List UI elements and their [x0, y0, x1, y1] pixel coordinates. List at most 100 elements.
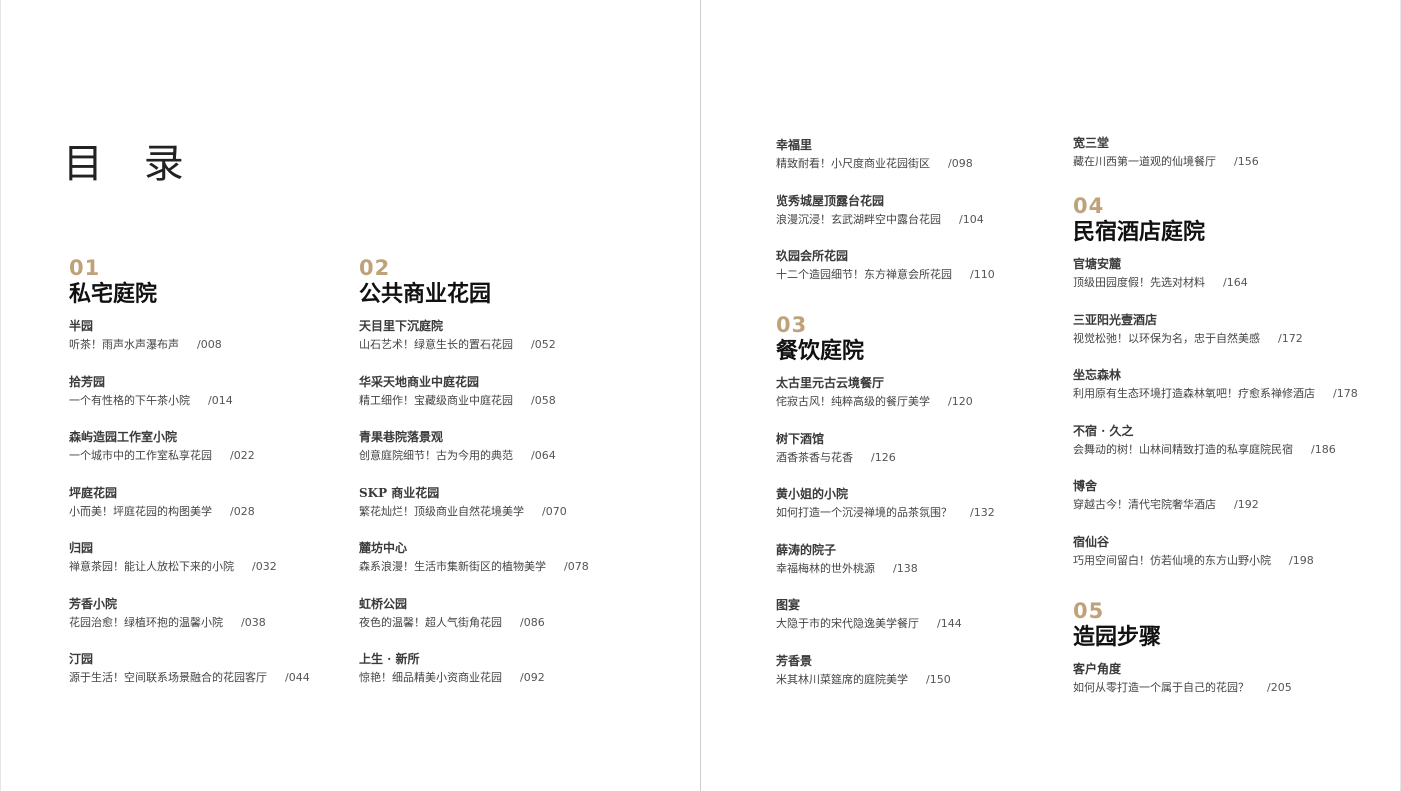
toc-entry[interactable]: 太古里元古云境餐厅侘寂古风！纯粹高级的餐厅美学/120	[776, 374, 1066, 412]
section-number: 01	[69, 256, 101, 280]
entry-description: 视觉松弛！以环保为名，忠于自然美感	[1073, 331, 1260, 345]
entry-description: 禅意茶园！能让人放松下来的小院	[69, 560, 234, 573]
entry-line: 一个城市中的工作室私享花园/022	[69, 446, 359, 466]
entry-description: 小而美！坪庭花园的构图美学	[69, 504, 212, 518]
toc-entry[interactable]: 芳香小院花园治愈！绿植环抱的温馨小院/038	[69, 595, 359, 633]
entry-line: 巧用空间留白！仿若仙境的东方山野小院/198	[1073, 551, 1363, 571]
toc-entry[interactable]: 华采天地商业中庭花园 精工细作！宝藏级商业中庭花园/058	[359, 373, 649, 411]
entry-description: 森系浪漫！生活市集新街区的植物美学	[359, 560, 546, 573]
toc-entry[interactable]: 半园听茶！雨声水声瀑布声/008	[69, 317, 359, 355]
toc-entry[interactable]: 官塘安麓 顶级田园度假！先选对材料/164	[1073, 255, 1363, 293]
entry-description: 藏在川西第一道观的仙境餐厅	[1073, 155, 1216, 168]
entry-title: 拾芳园	[69, 374, 106, 389]
toc-entry[interactable]: 坐忘森林 利用原有生态环境打造森林氧吧！疗愈系禅修酒店/178	[1073, 366, 1363, 404]
section-01: 01 私宅庭院 半园 听茶！雨声水声瀑布声/008 拾芳园 一个有性格的下午茶小院/0…	[69, 257, 359, 706]
toc-entry[interactable]: 森屿造园工作室小院 一个城市中的工作室私享花园/022	[69, 428, 359, 466]
entry-page-number: /138	[893, 561, 918, 575]
toc-entry[interactable]: 汀园 源于生活！空间联系场景融合的花园客厅/044	[69, 650, 359, 688]
toc-entry[interactable]: 麓坊中心 森系浪漫！生活市集新街区的植物美学/078	[359, 539, 649, 577]
entry-title: 上生 · 新所	[359, 652, 420, 666]
entry-title: 树下酒馆	[776, 431, 825, 446]
entry-page-number: /205	[1267, 681, 1292, 694]
entry-page-number: /092	[520, 671, 545, 684]
toc-entry[interactable]: 虹桥公园 夜色的温馨！超人气街角花园/086	[359, 595, 649, 633]
entry-description: 会舞动的树！山林间精致打造的私享庭院民宿	[1073, 442, 1293, 456]
entry-description: 惊艳！细品精美小资商业花园	[359, 671, 502, 684]
entry-page-number: /032	[252, 560, 277, 573]
toc-entry[interactable]: 归园 禅意茶园！能让人放松下来的小院/032	[69, 539, 359, 577]
entry-title: 坐忘森林	[1073, 368, 1122, 382]
entry-line: 禅意茶园！能让人放松下来的小院/032	[69, 557, 359, 577]
entry-title: 华采天地商业中庭花园	[359, 374, 480, 389]
entry-page-number: /022	[230, 449, 255, 462]
entry-line: 源于生活！空间联系场景融合的花园客厅/044	[69, 668, 359, 688]
entry-title: 太古里元古云境餐厅	[776, 376, 885, 390]
entry-line: 大隐于市的宋代隐逸美学餐厅/144	[776, 614, 1066, 634]
entry-page-number: /172	[1278, 331, 1303, 345]
entry-description: 穿越古今！清代宅院奢华酒店	[1073, 498, 1216, 511]
entry-page-number: /178	[1333, 387, 1358, 400]
toc-entry[interactable]: 三亚阳光壹酒店 视觉松弛！以环保为名，忠于自然美感/172	[1073, 311, 1363, 349]
entry-description: 酒香茶香与花香	[776, 450, 853, 464]
entry-line: 繁花灿烂！顶级商业自然花境美学/070	[359, 502, 649, 522]
toc-entry[interactable]: 图宴 大隐于市的宋代隐逸美学餐厅/144	[776, 596, 1066, 634]
entry-description: 听茶！雨声水声瀑布声	[69, 338, 179, 351]
entry-page-number: /052	[531, 338, 556, 351]
entry-description: 幸福梅林的世外桃源	[776, 561, 875, 575]
toc-entry[interactable]: 芳香景 米其林川菜筵席的庭院美学/150	[776, 652, 1066, 690]
toc-entry[interactable]: 宽三堂 藏在川西第一道观的仙境餐厅/156	[1073, 134, 1363, 172]
toc-entry[interactable]: 坪庭花园小而美！坪庭花园的构图美学/028	[69, 484, 359, 522]
toc-entry[interactable]: 宿仙谷 巧用空间留白！仿若仙境的东方山野小院/198	[1073, 533, 1363, 571]
entry-page-number: /156	[1234, 155, 1259, 168]
entry-description: 创意庭院细节！古为今用的典范	[359, 449, 513, 462]
toc-entry[interactable]: 客户角度 如何从零打造一个属于自己的花园？ /205	[1073, 660, 1363, 698]
entry-page-number: /098	[948, 157, 973, 170]
entry-page-number: /038	[241, 615, 266, 629]
entry-page-number: /144	[937, 617, 962, 630]
entry-title: 不宿 · 久之	[1073, 423, 1134, 438]
toc-entry[interactable]: 黄小姐的小院 如何打造一个沉浸禅境的品茶氛围？ /132	[776, 485, 1066, 523]
section-title: 造园步骤	[1073, 625, 1162, 650]
entry-description: 夜色的温馨！超人气街角花园	[359, 615, 502, 629]
section-04: 04 民宿酒店庭院 官塘安麓 顶级田园度假！先选对材料/164 三亚阳光壹酒店 视觉松…	[1073, 195, 1363, 588]
section-number: 02	[359, 256, 391, 280]
toc-entry[interactable]: 幸福里 精致耐看！小尺度商业花园街区/098	[776, 136, 1066, 174]
toc-entry[interactable]: 树下酒馆酒香茶香与花香/126	[776, 430, 1066, 468]
entry-title: 芳香小院	[69, 596, 118, 611]
section-title: 公共商业花园	[359, 282, 492, 307]
toc-entry[interactable]: 玖园会所花园 十二个造园细节！东方禅意会所花园/110	[776, 247, 1066, 285]
entry-description: 大隐于市的宋代隐逸美学餐厅	[776, 617, 919, 630]
right-page: 幸福里 精致耐看！小尺度商业花园街区/098 览秀城屋顶露台花园 浪漫沉浸！玄武湖畔空…	[701, 0, 1401, 791]
entry-title: 坪庭花园	[69, 485, 118, 500]
toc-entry[interactable]: SKP 商业花园 繁花灿烂！顶级商业自然花境美学/070	[359, 484, 649, 522]
toc-entry[interactable]: 博舍 穿越古今！清代宅院奢华酒店/192	[1073, 477, 1363, 515]
entry-page-number: /086	[520, 615, 545, 629]
toc-entry[interactable]: 览秀城屋顶露台花园 浪漫沉浸！玄武湖畔空中露台花园/104	[776, 192, 1066, 230]
toc-entry[interactable]: 青果巷院落景观创意庭院细节！古为今用的典范/064	[359, 428, 649, 466]
entry-line: 花园治愈！绿植环抱的温馨小院/038	[69, 613, 359, 633]
entry-line: 侘寂古风！纯粹高级的餐厅美学/120	[776, 392, 1066, 412]
entry-line: 听茶！雨声水声瀑布声/008	[69, 335, 359, 355]
entry-title: 官塘安麓	[1073, 257, 1122, 271]
section-03-continued: 宽三堂 藏在川西第一道观的仙境餐厅/156	[1073, 134, 1363, 190]
entry-line: 会舞动的树！山林间精致打造的私享庭院民宿/186	[1073, 440, 1363, 460]
entry-title: 半园	[69, 319, 94, 333]
toc-entry[interactable]: 不宿 · 久之会舞动的树！山林间精致打造的私享庭院民宿/186	[1073, 422, 1363, 460]
entry-title: 青果巷院落景观	[359, 430, 444, 444]
entry-line: 创意庭院细节！古为今用的典范/064	[359, 446, 649, 466]
toc-entry[interactable]: 薛涛的院子 幸福梅林的世外桃源/138	[776, 541, 1066, 579]
entry-description: 顶级田园度假！先选对材料	[1073, 276, 1205, 289]
toc-entry[interactable]: 上生 · 新所惊艳！细品精美小资商业花园/092	[359, 650, 649, 688]
section-number: 05	[1073, 599, 1105, 623]
entry-description: 精工细作！宝藏级商业中庭花园	[359, 393, 513, 407]
entry-title: 麓坊中心	[359, 541, 408, 555]
entry-page-number: /028	[230, 504, 255, 518]
section-03: 03 餐饮庭院 太古里元古云境餐厅 侘寂古风！纯粹高级的餐厅美学/120 树下酒馆酒…	[776, 314, 1066, 707]
toc-entry[interactable]: 拾芳园 一个有性格的下午茶小院/014	[69, 373, 359, 411]
entry-page-number: /104	[959, 212, 984, 226]
toc-title: 目 录	[63, 141, 198, 187]
entry-description: 如何从零打造一个属于自己的花园？	[1073, 681, 1249, 694]
section-05: 05 造园步骤 客户角度 如何从零打造一个属于自己的花园？ /205	[1073, 600, 1363, 716]
entry-line: 酒香茶香与花香/126	[776, 448, 1066, 468]
toc-entry[interactable]: 天目里下沉庭院 山石艺术！绿意生长的置石花园/052	[359, 317, 649, 355]
